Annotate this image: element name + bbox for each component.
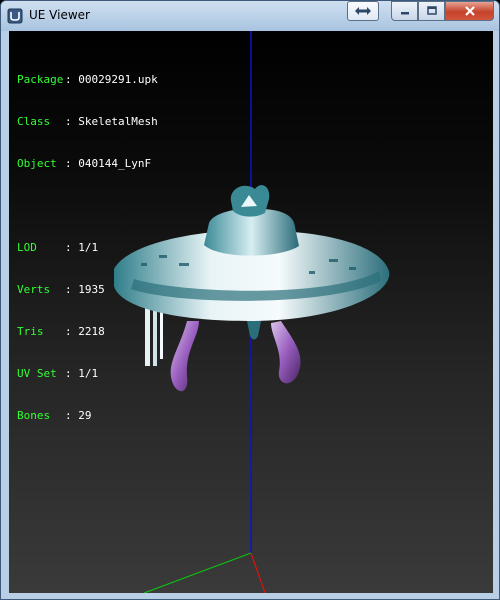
ue-viewer-window: UE Viewer Package: 00029291.upk Class:… (0, 0, 500, 600)
tentacle-left (170, 321, 199, 392)
hanging-strip (160, 309, 163, 359)
mesh-info-panel: Package: 00029291.upk Class: SkeletalMes… (17, 45, 158, 451)
maximize-button[interactable] (418, 1, 445, 21)
info-row-tris: Tris: 2218 (17, 325, 105, 338)
maximize-icon (426, 6, 437, 15)
window-title: UE Viewer (29, 8, 90, 22)
info-row-verts: Verts: 1935 (17, 283, 105, 296)
ue-viewer-icon (7, 8, 23, 24)
info-row-uv-set: UV Set: 1/1 (17, 367, 99, 380)
axis-x-line (250, 552, 266, 593)
info-row-object: Object: 040144_LynF (17, 157, 152, 170)
info-row-bones: Bones: 29 (17, 409, 92, 422)
close-button[interactable] (445, 1, 494, 21)
info-row-lod: LOD: 1/1 (17, 241, 99, 254)
minimize-icon (400, 12, 409, 15)
3d-viewport[interactable]: Package: 00029291.upk Class: SkeletalMes… (9, 31, 493, 593)
close-icon (464, 6, 475, 16)
info-row-class: Class: SkeletalMesh (17, 115, 158, 128)
fullscreen-arrows-icon (355, 7, 371, 15)
info-row-package: Package: 00029291.upk (17, 73, 158, 86)
axis-y-line (143, 552, 252, 593)
minimize-button[interactable] (391, 1, 418, 21)
hat-knob (247, 321, 261, 340)
title-bar[interactable]: UE Viewer (1, 1, 499, 31)
fullscreen-button[interactable] (347, 1, 379, 21)
tentacle-right (271, 321, 301, 384)
